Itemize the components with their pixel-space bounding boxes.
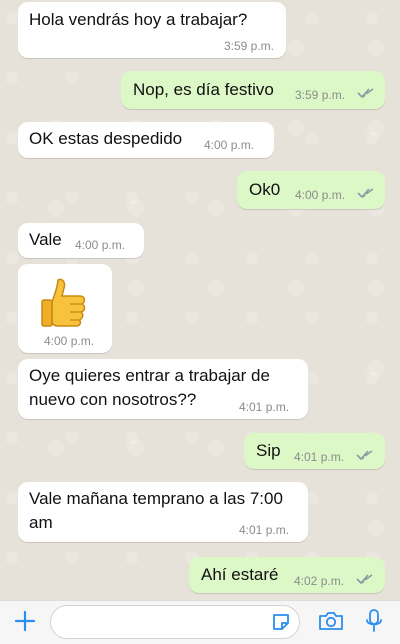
message-time: 4:01 p.m.	[239, 523, 290, 537]
message-time: 4:00 p.m.	[295, 188, 346, 202]
message-text: Ahí estaré	[201, 565, 279, 584]
message-time: 4:02 p.m.	[294, 574, 345, 588]
microphone-icon[interactable]	[364, 608, 384, 634]
thumbs-up-icon	[41, 278, 86, 327]
message-sticker[interactable]: 4:00 p.m.	[18, 264, 112, 353]
sticker-icon[interactable]	[271, 612, 291, 632]
read-ticks-icon	[357, 88, 374, 99]
read-ticks-icon	[356, 574, 373, 585]
message-outgoing[interactable]: Ahí estaré 4:02 p.m.	[189, 557, 385, 593]
chat-area[interactable]: Hola vendrás hoy a trabajar? 3:59 p.m. N…	[0, 0, 400, 600]
message-incoming[interactable]: Vale mañana temprano a las 7:00 am 4:01 …	[18, 482, 308, 542]
message-text: Vale	[29, 230, 62, 249]
message-time: 4:00 p.m.	[44, 334, 95, 348]
message-incoming[interactable]: Hola vendrás hoy a trabajar? 3:59 p.m.	[18, 2, 286, 58]
message-text-line-1: Vale mañana temprano a las 7:00	[29, 489, 283, 508]
message-text-line-2: am	[29, 513, 53, 532]
read-ticks-icon	[357, 188, 374, 199]
message-outgoing[interactable]: Nop, es día festivo 3:59 p.m.	[121, 71, 385, 109]
message-text: Nop, es día festivo	[133, 80, 274, 99]
plus-icon[interactable]	[14, 610, 36, 632]
message-time: 4:01 p.m.	[294, 450, 345, 464]
message-text-line-1: Oye quieres entrar a trabajar de	[29, 366, 270, 385]
read-ticks-icon	[356, 450, 373, 461]
message-text: Hola vendrás hoy a trabajar?	[29, 10, 248, 29]
message-incoming[interactable]: OK estas despedido 4:00 p.m.	[18, 122, 274, 158]
message-text: Sip	[256, 441, 281, 460]
message-outgoing[interactable]: Sip 4:01 p.m.	[244, 433, 385, 469]
message-text: Ok0	[249, 180, 281, 199]
message-time: 3:59 p.m.	[295, 88, 346, 102]
message-incoming[interactable]: Oye quieres entrar a trabajar de nuevo c…	[18, 359, 308, 419]
message-outgoing[interactable]: Ok0 4:00 p.m.	[237, 171, 385, 209]
message-text: OK estas despedido	[29, 129, 183, 148]
message-time: 3:59 p.m.	[223, 39, 274, 53]
message-time: 4:00 p.m.	[75, 238, 126, 252]
message-time: 4:00 p.m.	[204, 138, 255, 152]
message-time: 4:01 p.m.	[239, 400, 290, 414]
message-input[interactable]	[50, 605, 300, 639]
message-text-line-2: nuevo con nosotros??	[29, 390, 197, 409]
camera-icon[interactable]	[318, 610, 344, 632]
message-incoming[interactable]: Vale 4:00 p.m.	[18, 223, 144, 258]
message-composer	[0, 600, 400, 644]
